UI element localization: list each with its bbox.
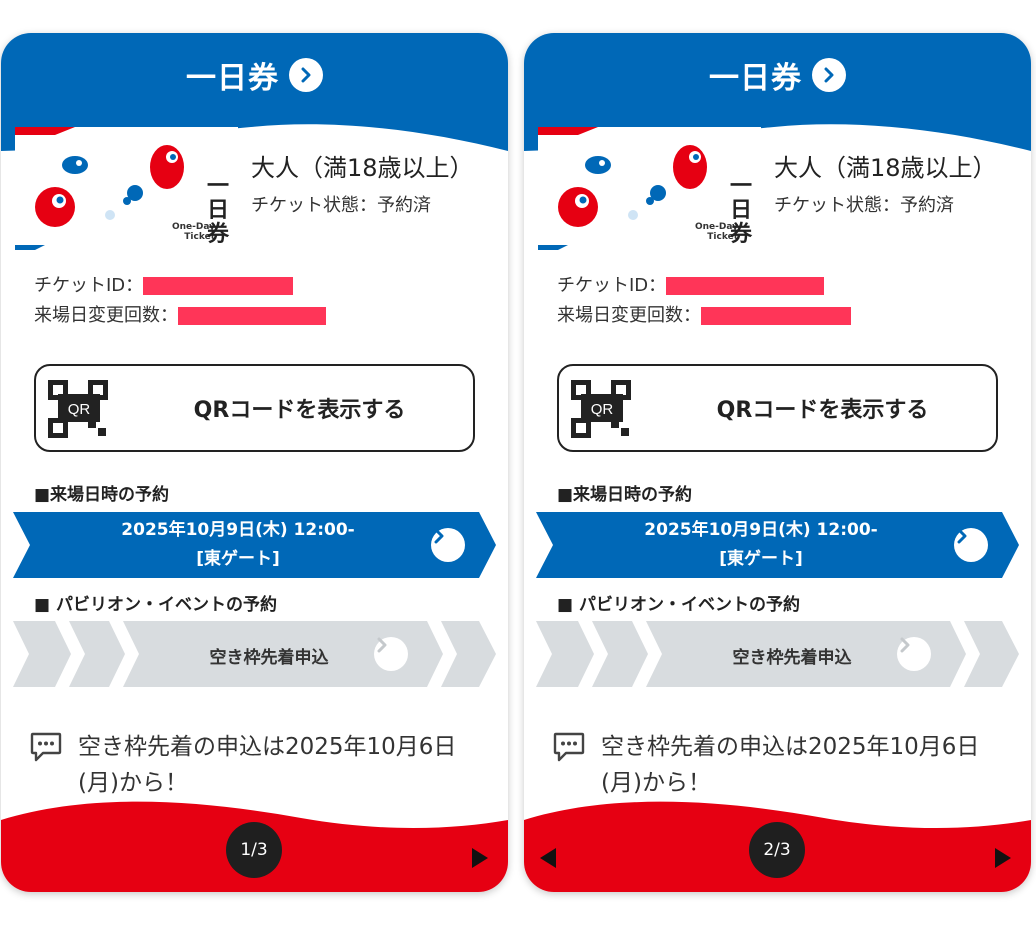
ticket-id-redacted [143,277,294,295]
date-change-label: 来場日変更回数： [557,305,701,326]
page-indicator: 1/3 [226,822,282,878]
ticket-type: 大人（満18歳以上） [774,154,997,182]
screenshot-stage: 一日券 One-Day Ticket 一日券 大人（満18歳以上） チケット状態… [0,0,1036,930]
qr-button-label: QRコードを表示する [716,398,929,423]
ticket-header[interactable]: 一日券 [524,53,1031,97]
visit-date-button[interactable]: 2025年10月9日(木) 12:00- [東ゲート] [536,512,1019,578]
visit-datetime: 2025年10月9日(木) 12:00- [121,520,355,540]
ticket-status: チケット状態：予約済 [774,195,954,216]
ticket-id-label: チケットID： [34,275,144,296]
pavilion-first-come-button[interactable]: 空き枠先着申込 [153,643,385,668]
show-qr-button[interactable]: QR QRコードを表示する [34,364,475,452]
chevron-right-icon [431,528,465,562]
chevron-right-icon [954,528,988,562]
qr-button-label: QRコードを表示する [193,398,406,423]
chat-bubble-icon [30,732,62,762]
ticket-image: One-Day Ticket 一日券 [15,127,238,250]
qr-code-icon: QR [48,380,108,438]
visit-gate: [東ゲート] [196,549,280,569]
notice-text: 空き枠先着の申込は2025年10月6日(月)から！ [601,734,980,796]
date-change-label: 来場日変更回数： [34,305,178,326]
ticket-image-japanese: 一日券 [729,174,752,247]
chevron-right-icon [812,58,846,92]
visit-date-text: 2025年10月9日(木) 12:00- [東ゲート] [73,516,403,574]
next-arrow-icon[interactable] [993,847,1013,869]
visit-datetime: 2025年10月9日(木) 12:00- [644,520,878,540]
ticket-type: 大人（満18歳以上） [251,154,474,182]
visit-date-text: 2025年10月9日(木) 12:00- [東ゲート] [596,516,926,574]
notice-text: 空き枠先着の申込は2025年10月6日(月)から！ [78,734,457,796]
ticket-id-label: チケットID： [557,275,667,296]
date-change-redacted [701,307,851,325]
visit-gate: [東ゲート] [719,549,803,569]
ticket-id-row: チケットID： [34,271,326,301]
pavilion-row: 空き枠先着申込 [13,621,496,687]
pavilion-section-title: ■ パビリオン・イベントの予約 [557,595,800,615]
svg-text:QR: QR [68,401,91,418]
ticket-summary: 大人（満18歳以上） チケット状態：予約済 [774,148,997,217]
chat-bubble-icon [553,732,585,762]
ticket-card: 一日券 One-Day Ticket 一日券 大人（満18歳以上） チケット状態… [524,33,1031,892]
qr-code-icon: QR [571,380,631,438]
ticket-identifiers: チケットID： 来場日変更回数： [34,271,326,331]
header-title: 一日券 [709,61,802,96]
pavilion-first-come-button[interactable]: 空き枠先着申込 [676,643,908,668]
header-title: 一日券 [186,61,279,96]
visit-section-title: ■来場日時の予約 [557,485,693,505]
chevron-right-icon [897,637,931,671]
date-change-row: 来場日変更回数： [557,301,851,331]
chevron-right-icon [374,637,408,671]
ticket-identifiers: チケットID： 来場日変更回数： [557,271,851,331]
date-change-redacted [178,307,326,325]
ticket-header[interactable]: 一日券 [1,53,508,97]
date-change-row: 来場日変更回数： [34,301,326,331]
visit-section-title: ■来場日時の予約 [34,485,170,505]
ticket-image: One-Day Ticket 一日券 [538,127,761,250]
ticket-image-japanese: 一日券 [206,174,229,247]
pavilion-row: 空き枠先着申込 [536,621,1019,687]
ticket-status: チケット状態：予約済 [251,195,431,216]
ticket-summary: 大人（満18歳以上） チケット状態：予約済 [251,148,474,217]
ticket-card: 一日券 One-Day Ticket 一日券 大人（満18歳以上） チケット状態… [1,33,508,892]
visit-date-button[interactable]: 2025年10月9日(木) 12:00- [東ゲート] [13,512,496,578]
ticket-id-row: チケットID： [557,271,851,301]
next-arrow-icon[interactable] [470,847,490,869]
svg-text:QR: QR [591,401,614,418]
show-qr-button[interactable]: QR QRコードを表示する [557,364,998,452]
chevron-right-icon [289,58,323,92]
pavilion-section-title: ■ パビリオン・イベントの予約 [34,595,277,615]
prev-arrow-icon[interactable] [538,847,558,869]
ticket-id-redacted [666,277,825,295]
page-indicator: 2/3 [749,822,805,878]
